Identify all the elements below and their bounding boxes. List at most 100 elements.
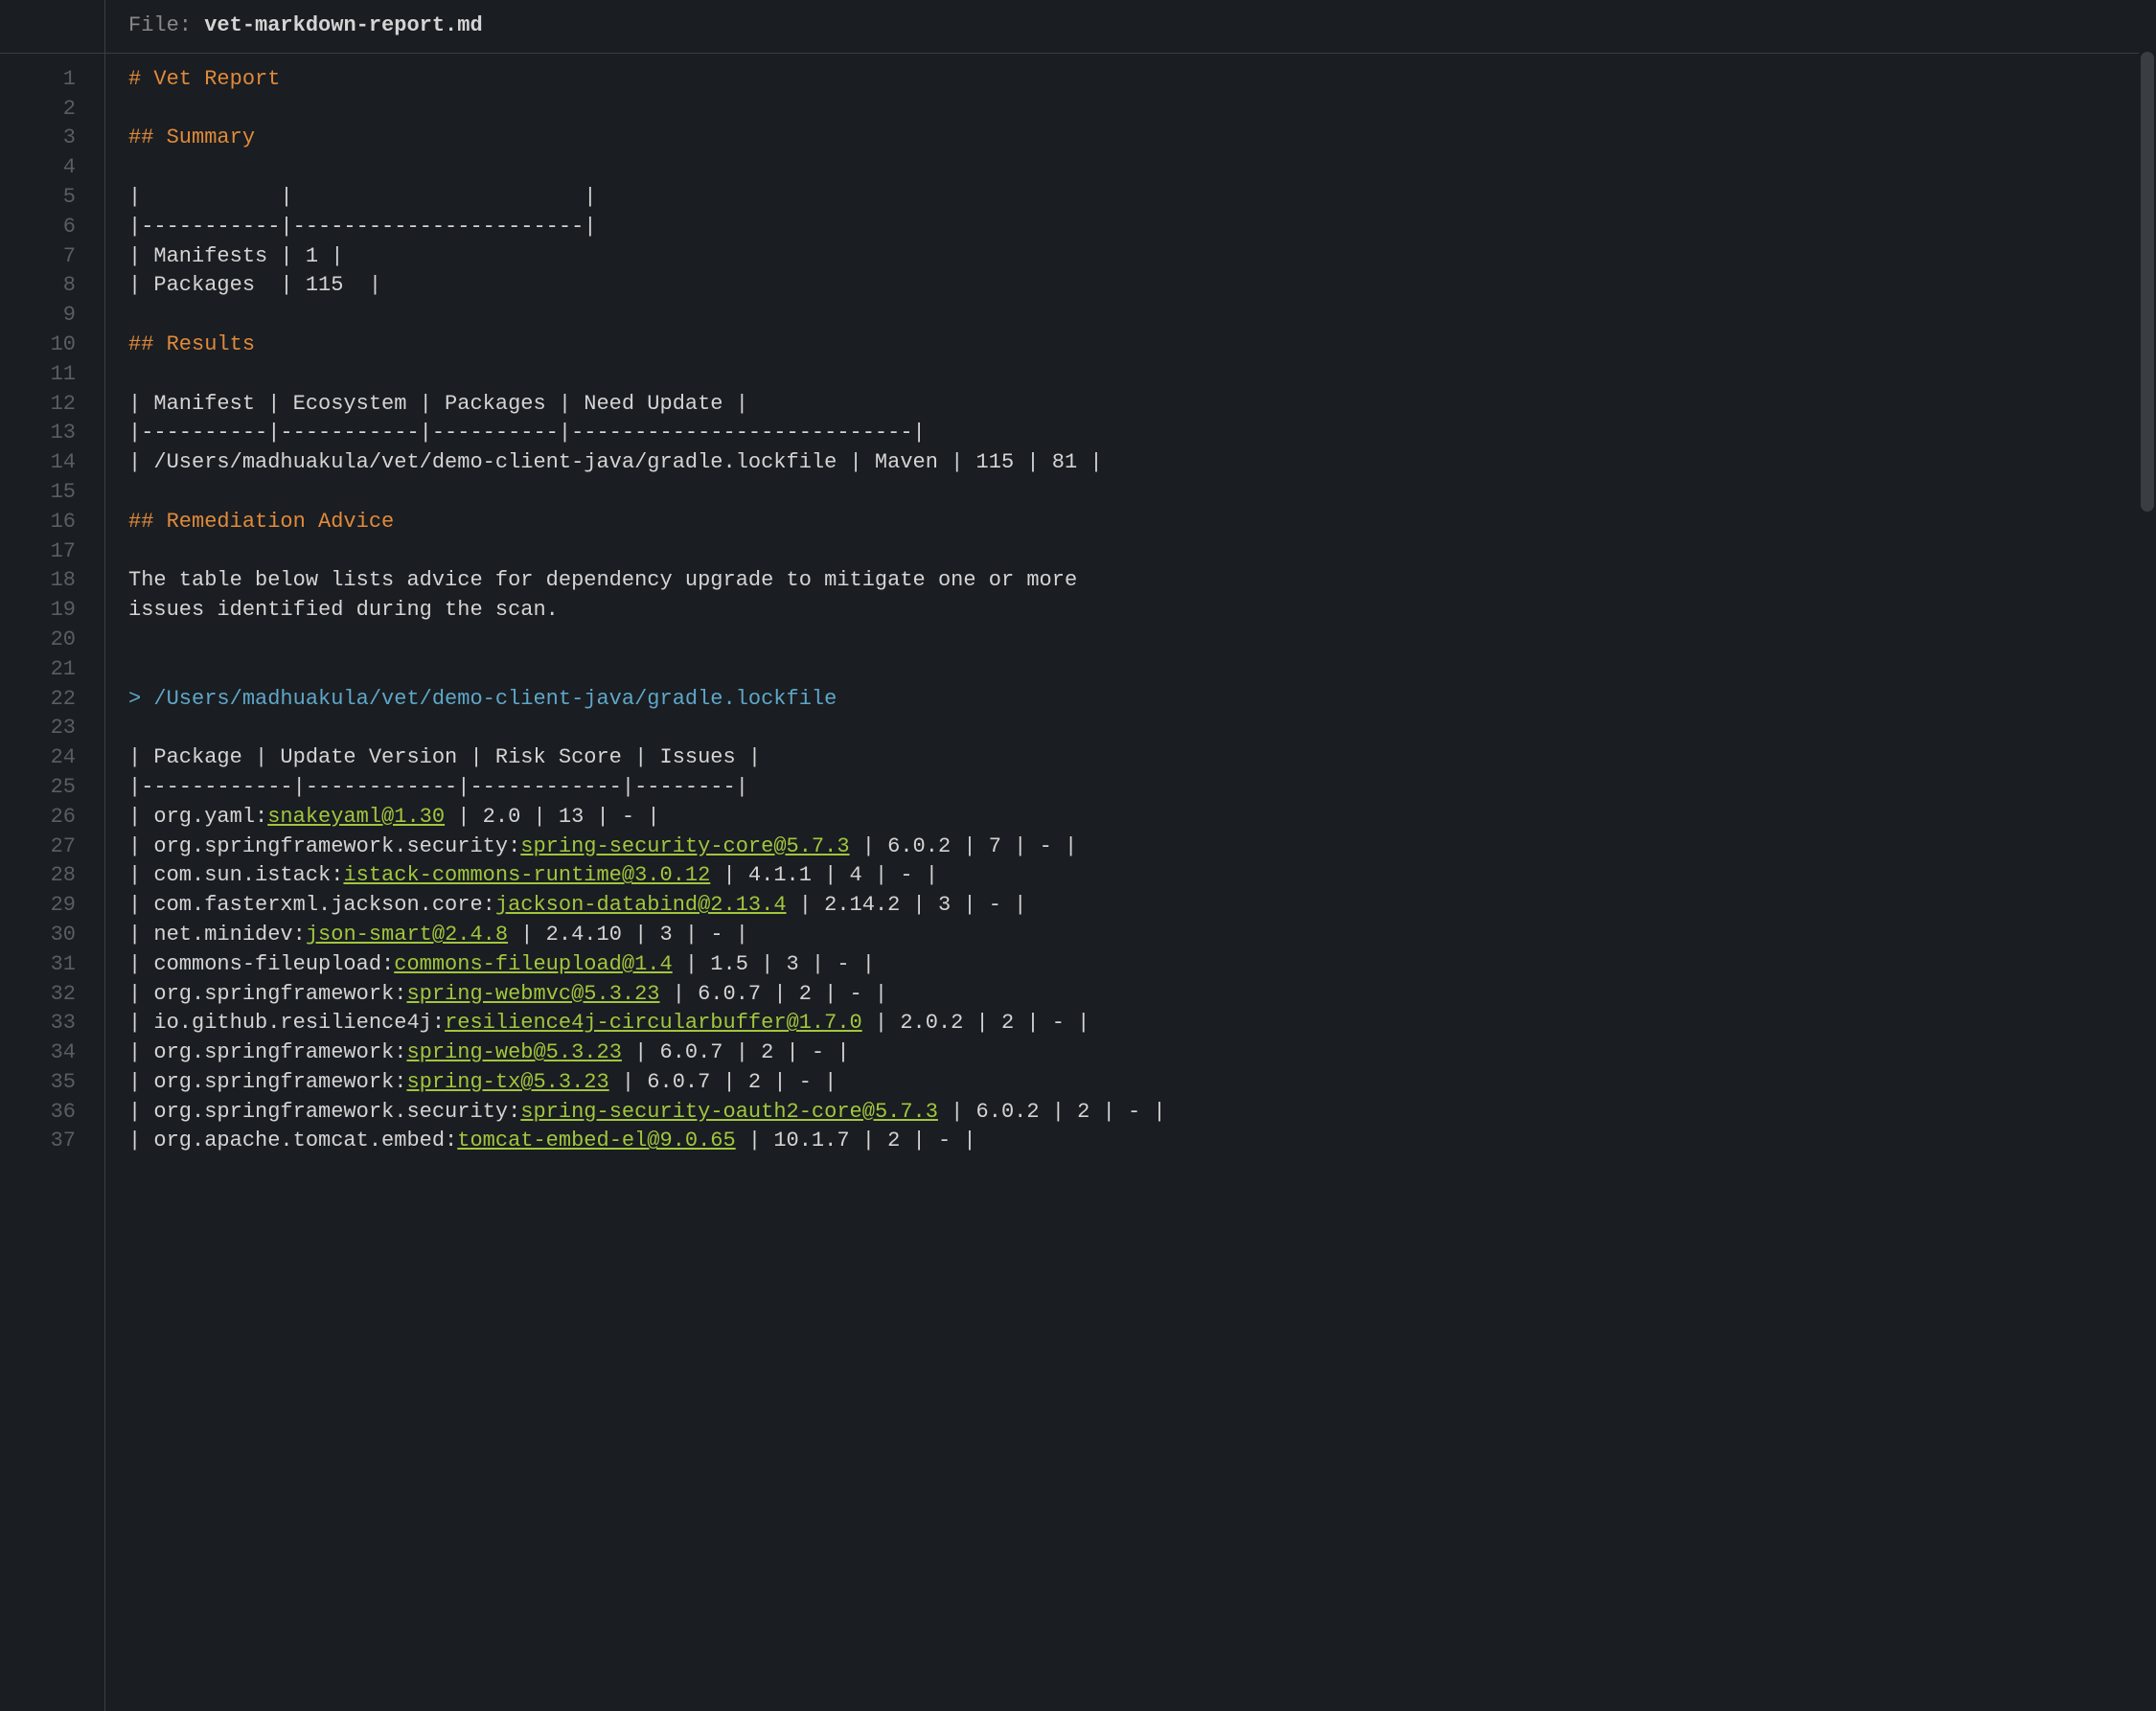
package-row-prefix: | org.yaml: — [128, 805, 267, 829]
line-number: 5 — [0, 183, 104, 213]
markdown-heading: # Vet Report — [128, 67, 280, 91]
package-link[interactable]: spring-security-core@5.7.3 — [520, 834, 849, 858]
editor-container: File: vet-markdown-report.md 12345678910… — [0, 0, 2156, 1711]
package-row-suffix: | 2.0 | 13 | - | — [445, 805, 659, 829]
code-line: | com.sun.istack:istack-commons-runtime@… — [128, 861, 2133, 891]
code-line: | org.springframework.security:spring-se… — [128, 1098, 2133, 1128]
code-line: ## Results — [128, 331, 2133, 360]
line-number: 36 — [0, 1098, 104, 1128]
code-line: The table below lists advice for depende… — [128, 566, 2133, 596]
package-row-suffix: | 6.0.2 | 7 | - | — [850, 834, 1078, 858]
line-number: 10 — [0, 331, 104, 360]
package-row-prefix: | io.github.resilience4j: — [128, 1011, 445, 1035]
line-number: 7 — [0, 242, 104, 272]
text: issues identified during the scan. — [128, 598, 559, 622]
code-line: |------------|------------|------------|… — [128, 773, 2133, 803]
text: | Package | Update Version | Risk Score … — [128, 745, 761, 769]
package-row-prefix: | org.springframework.security: — [128, 1100, 520, 1124]
package-link[interactable]: spring-webmvc@5.3.23 — [406, 982, 659, 1006]
line-number: 21 — [0, 655, 104, 685]
line-number: 33 — [0, 1009, 104, 1038]
line-number: 30 — [0, 921, 104, 950]
text: |------------|------------|------------|… — [128, 775, 748, 799]
package-row-suffix: | 1.5 | 3 | - | — [673, 952, 875, 976]
code-line: issues identified during the scan. — [128, 596, 2133, 626]
code-line: ## Summary — [128, 124, 2133, 153]
line-number: 9 — [0, 301, 104, 331]
package-link[interactable]: tomcat-embed-el@9.0.65 — [457, 1129, 735, 1152]
code-line — [128, 714, 2133, 743]
scrollbar-thumb[interactable] — [2141, 52, 2154, 512]
line-number: 4 — [0, 153, 104, 183]
line-number: 1 — [0, 65, 104, 95]
line-number: 15 — [0, 478, 104, 508]
package-link[interactable]: istack-commons-runtime@3.0.12 — [343, 863, 710, 887]
package-row-suffix: | 4.1.1 | 4 | - | — [710, 863, 938, 887]
line-number: 2 — [0, 95, 104, 125]
line-number: 11 — [0, 360, 104, 390]
code-line — [128, 153, 2133, 183]
code-line — [128, 478, 2133, 508]
code-line: | org.springframework:spring-webmvc@5.3.… — [128, 980, 2133, 1010]
text: |----------|-----------|----------|-----… — [128, 421, 926, 445]
code-content[interactable]: # Vet Report ## Summary | | | |----------… — [105, 54, 2156, 1711]
package-link[interactable]: spring-security-oauth2-core@5.7.3 — [520, 1100, 938, 1124]
code-line — [128, 626, 2133, 655]
line-number: 3 — [0, 124, 104, 153]
package-row-suffix: | 2.14.2 | 3 | - | — [787, 893, 1027, 917]
code-line: | /Users/madhuakula/vet/demo-client-java… — [128, 448, 2133, 478]
package-link[interactable]: commons-fileupload@1.4 — [394, 952, 672, 976]
markdown-blockquote: > /Users/madhuakula/vet/demo-client-java… — [128, 687, 837, 711]
code-line: | io.github.resilience4j:resilience4j-ci… — [128, 1009, 2133, 1038]
markdown-heading: ## Summary — [128, 125, 255, 149]
package-row-suffix: | 2.0.2 | 2 | - | — [862, 1011, 1090, 1035]
markdown-heading: ## Results — [128, 332, 255, 356]
markdown-heading: ## Remediation Advice — [128, 510, 394, 534]
package-row-prefix: | com.fasterxml.jackson.core: — [128, 893, 495, 917]
code-line: | | | — [128, 183, 2133, 213]
text: | | | — [128, 185, 596, 209]
package-link[interactable]: snakeyaml@1.30 — [267, 805, 445, 829]
package-row-prefix: | org.springframework: — [128, 982, 406, 1006]
code-line: # Vet Report — [128, 65, 2133, 95]
line-number: 22 — [0, 685, 104, 715]
file-name: vet-markdown-report.md — [204, 13, 482, 37]
file-label: File: — [128, 13, 204, 37]
line-number-gutter: 1234567891011121314151617181920212223242… — [0, 54, 105, 1711]
line-number: 13 — [0, 419, 104, 448]
code-line: | org.springframework:spring-web@5.3.23 … — [128, 1038, 2133, 1068]
package-link[interactable]: spring-tx@5.3.23 — [406, 1070, 608, 1094]
package-link[interactable]: spring-web@5.3.23 — [406, 1040, 621, 1064]
package-link[interactable]: json-smart@2.4.8 — [306, 923, 508, 947]
line-number: 29 — [0, 891, 104, 921]
text: | Manifests | 1 | — [128, 244, 343, 268]
package-row-prefix: | org.springframework: — [128, 1070, 406, 1094]
line-number: 35 — [0, 1068, 104, 1098]
text: The table below lists advice for depende… — [128, 568, 1077, 592]
line-number: 8 — [0, 271, 104, 301]
code-line: |----------|-----------|----------|-----… — [128, 419, 2133, 448]
line-number: 14 — [0, 448, 104, 478]
package-link[interactable]: resilience4j-circularbuffer@1.7.0 — [445, 1011, 862, 1035]
line-number: 20 — [0, 626, 104, 655]
file-header-bar: File: vet-markdown-report.md — [0, 0, 2156, 54]
line-number: 34 — [0, 1038, 104, 1068]
package-row-suffix: | 6.0.7 | 2 | - | — [660, 982, 888, 1006]
code-body: 1234567891011121314151617181920212223242… — [0, 54, 2156, 1711]
code-line: | org.yaml:snakeyaml@1.30 | 2.0 | 13 | -… — [128, 803, 2133, 833]
line-number: 6 — [0, 213, 104, 242]
scrollbar-track[interactable] — [2139, 48, 2156, 1711]
text: |-----------|-----------------------| — [128, 215, 596, 239]
code-line: ## Remediation Advice — [128, 508, 2133, 537]
package-link[interactable]: jackson-databind@2.13.4 — [495, 893, 787, 917]
package-row-suffix: | 6.0.7 | 2 | - | — [622, 1040, 850, 1064]
code-line: | Manifests | 1 | — [128, 242, 2133, 272]
code-line — [128, 95, 2133, 125]
code-line — [128, 537, 2133, 567]
line-number: 28 — [0, 861, 104, 891]
package-row-prefix: | org.springframework.security: — [128, 834, 520, 858]
code-line: | net.minidev:json-smart@2.4.8 | 2.4.10 … — [128, 921, 2133, 950]
line-number: 27 — [0, 833, 104, 862]
line-number: 17 — [0, 537, 104, 567]
line-number: 37 — [0, 1127, 104, 1156]
